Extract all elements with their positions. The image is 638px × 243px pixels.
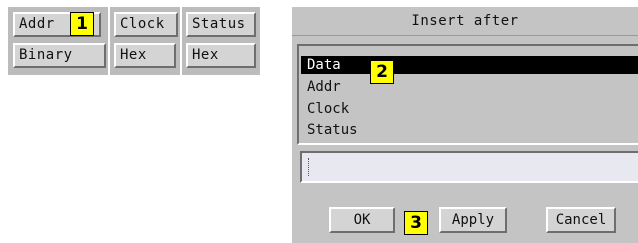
column-name-button-status[interactable]: Status xyxy=(186,12,256,37)
list-item-data[interactable]: Data xyxy=(301,56,638,74)
insert-after-dialog: Insert after Data Addr Clock Status OK A… xyxy=(292,7,638,243)
cancel-button[interactable]: Cancel xyxy=(546,207,616,233)
column-format-button-clock[interactable]: Hex xyxy=(114,43,176,68)
column-list[interactable]: Data Addr Clock Status xyxy=(297,44,638,145)
column-divider[interactable] xyxy=(108,7,110,75)
column-divider[interactable] xyxy=(180,7,182,75)
column-format-button-addr[interactable]: Binary xyxy=(13,43,106,68)
list-item-clock[interactable]: Clock xyxy=(307,100,349,118)
column-header-panel: Addr Binary Clock Hex Status Hex xyxy=(8,7,260,75)
text-caret xyxy=(308,158,310,176)
dialog-title: Insert after xyxy=(292,7,638,36)
callout-marker: 1 xyxy=(70,12,94,36)
column-name-button-clock[interactable]: Clock xyxy=(114,12,178,37)
list-item-addr[interactable]: Addr xyxy=(307,78,341,96)
column-format-button-status[interactable]: Hex xyxy=(186,43,256,68)
callout-marker: 3 xyxy=(404,211,428,235)
apply-button[interactable]: Apply xyxy=(439,207,507,233)
list-item-status[interactable]: Status xyxy=(307,121,358,139)
ok-button[interactable]: OK xyxy=(329,207,395,233)
callout-marker: 2 xyxy=(370,60,394,84)
name-input[interactable] xyxy=(300,151,638,183)
